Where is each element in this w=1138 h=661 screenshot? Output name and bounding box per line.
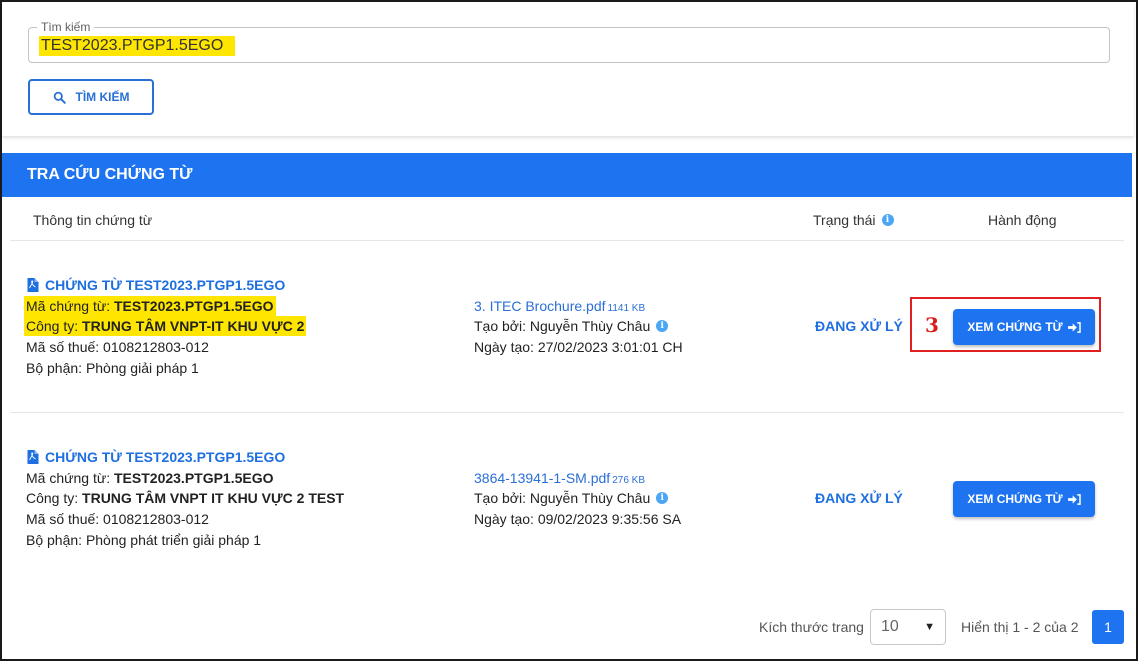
column-header-status-label: Trạng thái (813, 212, 876, 228)
view-document-label: XEM CHỨNG TỪ (967, 492, 1063, 506)
document-code-label: Mã chứng từ: (26, 470, 114, 486)
search-input-label: Tìm kiếm (37, 20, 95, 34)
status-badge: ĐANG XỬ LÝ (815, 490, 903, 506)
attachment-size: 1141 KB (607, 303, 646, 314)
view-document-button[interactable]: XEM CHỨNG TỪ (953, 481, 1095, 517)
search-input-value[interactable]: TEST2023.PTGP1.5EGO (39, 36, 236, 56)
company: Công ty: TRUNG TÂM VNPT-IT KHU VỰC 2 (24, 316, 307, 336)
section-banner: TRA CỨU CHỨNG TỪ (2, 153, 1132, 197)
company: Công ty: TRUNG TÂM VNPT IT KHU VỰC 2 TES… (24, 488, 346, 508)
attachment-name: 3864-13941-1-SM.pdf (474, 470, 611, 486)
document-code: Mã chứng từ: TEST2023.PTGP1.5EGO (24, 296, 276, 316)
divider (10, 412, 1124, 413)
page-size-select[interactable]: 10 ▼ (870, 609, 946, 645)
caret-down-icon: ▼ (924, 621, 935, 633)
page-size-label: Kích thước trang (759, 619, 864, 635)
document-title-label: CHỨNG TỪ TEST2023.PTGP1.5EGO (45, 449, 286, 465)
company-label: Công ty: (26, 318, 83, 334)
attachment-link[interactable]: 3. ITEC Brochure.pdf 1141 KB (474, 298, 645, 314)
info-icon[interactable]: i (656, 492, 669, 504)
search-icon (53, 91, 66, 104)
column-header-status: Trạng thái i (813, 212, 894, 228)
tax-code: Mã số thuế: 0108212803-012 (26, 511, 209, 527)
created-at: Ngày tạo: 27/02/2023 3:01:01 CH (474, 339, 683, 355)
attachment-link[interactable]: 3864-13941-1-SM.pdf 276 KB (474, 470, 645, 486)
search-button-label: TÌM KIẾM (75, 90, 130, 104)
search-panel: Tìm kiếm TEST2023.PTGP1.5EGO TÌM KIẾM (2, 2, 1134, 136)
document-code-value: TEST2023.PTGP1.5EGO (114, 298, 274, 314)
attachment-size: 276 KB (612, 475, 646, 486)
pdf-file-icon (27, 278, 39, 292)
page-size-value: 10 (881, 618, 899, 635)
created-by: Tạo bởi: Nguyễn Thùy Châu i (474, 318, 669, 334)
document-code-value: TEST2023.PTGP1.5EGO (114, 470, 274, 486)
search-button[interactable]: TÌM KIẾM (28, 79, 154, 115)
department: Bộ phận: Phòng giải pháp 1 (26, 360, 199, 376)
pdf-file-icon (27, 450, 39, 464)
column-header-action: Hành động (988, 212, 1057, 228)
created-by-text: Tạo bởi: Nguyễn Thùy Châu (474, 318, 651, 334)
annotation-step-number: 3 (925, 313, 939, 337)
created-at: Ngày tạo: 09/02/2023 9:35:56 SA (474, 511, 682, 527)
document-title-link[interactable]: CHỨNG TỪ TEST2023.PTGP1.5EGO (26, 277, 285, 293)
document-title-label: CHỨNG TỪ TEST2023.PTGP1.5EGO (45, 277, 286, 293)
attachment-name: 3. ITEC Brochure.pdf (474, 298, 606, 314)
info-icon[interactable]: i (881, 214, 894, 226)
tax-code: Mã số thuế: 0108212803-012 (26, 339, 209, 355)
sign-in-arrow-icon (1067, 493, 1081, 505)
company-label: Công ty: (26, 490, 83, 506)
document-code-label: Mã chứng từ: (26, 298, 114, 314)
company-value: TRUNG TÂM VNPT-IT KHU VỰC 2 (82, 318, 305, 334)
document-title-link[interactable]: CHỨNG TỪ TEST2023.PTGP1.5EGO (26, 449, 285, 465)
department: Bộ phận: Phòng phát triển giải pháp 1 (26, 532, 262, 548)
page-range-text: Hiển thị 1 - 2 của 2 (961, 619, 1079, 635)
status-badge: ĐANG XỬ LÝ (815, 318, 903, 334)
company-value: TRUNG TÂM VNPT IT KHU VỰC 2 TEST (82, 490, 345, 506)
info-icon[interactable]: i (656, 320, 669, 332)
created-by-text: Tạo bởi: Nguyễn Thùy Châu (474, 490, 651, 506)
column-header-info: Thông tin chứng từ (33, 212, 153, 228)
document-code: Mã chứng từ: TEST2023.PTGP1.5EGO (24, 468, 276, 488)
search-input[interactable]: Tìm kiếm TEST2023.PTGP1.5EGO (28, 20, 1110, 63)
page-button-current[interactable]: 1 (1092, 610, 1124, 644)
created-by: Tạo bởi: Nguyễn Thùy Châu i (474, 490, 669, 506)
divider (10, 240, 1124, 241)
